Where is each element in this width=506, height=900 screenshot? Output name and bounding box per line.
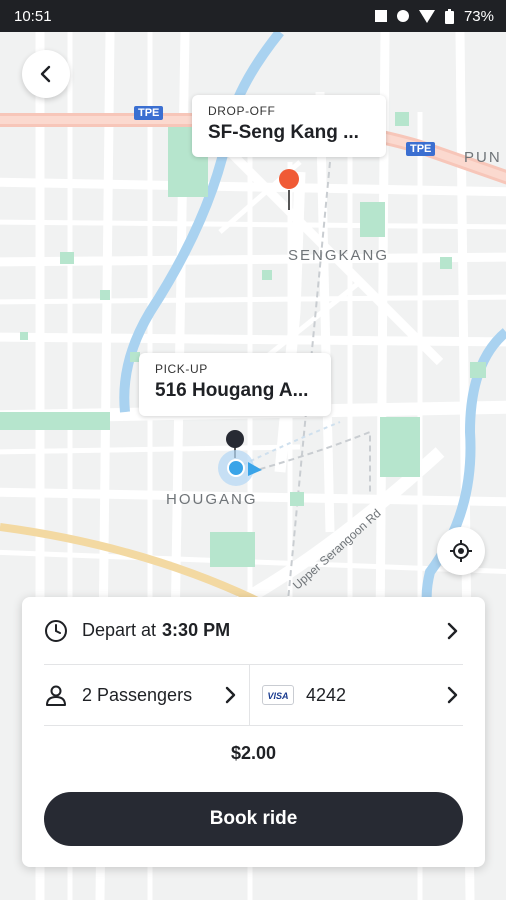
back-arrow-icon: [40, 65, 51, 83]
status-time: 10:51: [14, 7, 52, 25]
tpe-badge: TPE: [134, 106, 164, 120]
depart-time: 3:30 PM: [162, 620, 231, 640]
wifi-icon: [418, 9, 435, 23]
status-bar: 10:51 73%: [0, 0, 506, 32]
hougang-map-label: HOUGANG: [166, 491, 258, 508]
price: $2.00: [230, 743, 277, 763]
sengkang-map-label: SENGKANG: [288, 247, 390, 264]
ride-summary-sheet: Depart at 3:30 PM 2 Passengers VISA 4242…: [22, 597, 485, 867]
depart-prefix: Depart at: [82, 620, 157, 640]
battery-icon: [444, 8, 454, 24]
dropoff-label: DROP-OFF: [208, 104, 276, 118]
pickup-callout[interactable]: PICK-UP 516 Hougang A...: [139, 353, 331, 416]
back-button[interactable]: [22, 50, 70, 98]
pickup-label: PICK-UP: [155, 362, 208, 376]
pun-map-label: PUN: [464, 149, 502, 166]
square-status-icon: [374, 10, 387, 22]
dropoff-value: SF-Seng Kang ...: [208, 122, 359, 143]
card-last4: 4242: [306, 684, 347, 705]
chevron-right-icon: [447, 622, 458, 640]
person-icon: [46, 685, 66, 706]
dropoff-callout[interactable]: DROP-OFF SF-Seng Kang ...: [192, 95, 386, 157]
chevron-right-icon: [447, 686, 458, 704]
battery-percent: 73%: [463, 7, 494, 25]
book-ride-button[interactable]: Book ride: [44, 792, 463, 846]
chevron-right-icon: [225, 686, 236, 704]
visa-card-icon: VISA: [262, 685, 294, 705]
circle-status-icon: [396, 10, 409, 22]
tpe-badge-2: TPE: [406, 142, 436, 156]
my-location-button[interactable]: [437, 527, 485, 575]
status-icons: 73%: [374, 7, 494, 25]
my-location-icon: [450, 540, 472, 562]
pickup-value: 516 Hougang A...: [155, 380, 309, 401]
clock-icon: [45, 619, 67, 642]
passengers-count: 2 Passengers: [82, 684, 193, 705]
payment-method-selector[interactable]: VISA 4242: [250, 665, 463, 725]
passengers-selector[interactable]: 2 Passengers: [44, 665, 250, 725]
passengers-payment-row: 2 Passengers VISA 4242: [44, 665, 463, 726]
depart-time-row[interactable]: Depart at 3:30 PM: [44, 597, 463, 665]
